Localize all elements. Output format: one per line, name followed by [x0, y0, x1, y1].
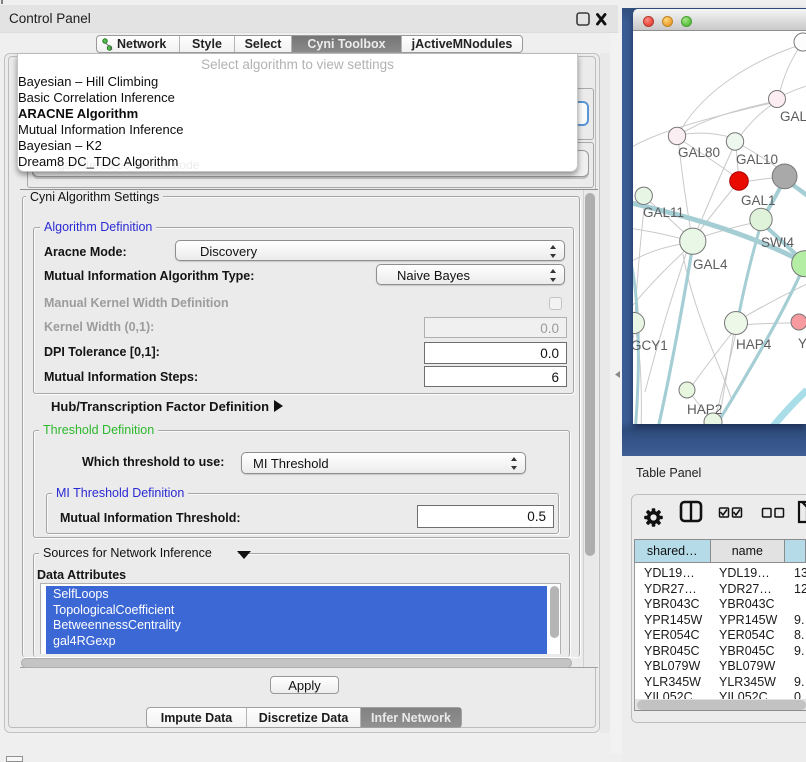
svg-text:GCY1: GCY1 — [633, 338, 668, 353]
svg-text:SWI4: SWI4 — [761, 235, 794, 250]
svg-text:GAL1: GAL1 — [741, 193, 776, 208]
svg-text:HAP2: HAP2 — [687, 402, 722, 417]
svg-text:GAL10: GAL10 — [736, 152, 778, 167]
svg-text:Y: Y — [798, 336, 806, 351]
svg-text:GAL7: GAL7 — [780, 109, 806, 124]
svg-text:GAL4: GAL4 — [693, 257, 728, 272]
svg-text:HAP4: HAP4 — [736, 337, 772, 352]
svg-text:GAL11: GAL11 — [643, 205, 684, 220]
svg-text:GAL80: GAL80 — [678, 145, 720, 160]
